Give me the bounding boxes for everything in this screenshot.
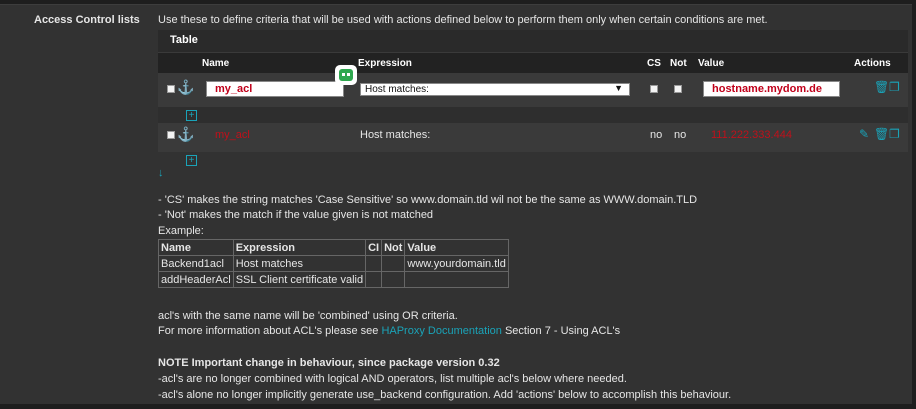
note-title: NOTE Important change in behaviour, sinc… <box>158 357 500 369</box>
add-row-icon[interactable]: + <box>186 155 197 166</box>
trash-icon[interactable]: 🗑 <box>874 80 889 94</box>
example-row: addHeaderAcl SSL Client certificate vali… <box>158 271 509 288</box>
more-info-prefix: For more information about ACL's please … <box>158 325 382 337</box>
example-cell <box>404 271 509 288</box>
example-cell: Host matches <box>232 255 367 272</box>
note-combined: acl's with the same name will be 'combin… <box>158 310 458 322</box>
example-label: Example: <box>158 225 204 237</box>
header-cs: CS <box>647 58 661 69</box>
add-row-bar <box>158 107 908 123</box>
row-not: no <box>674 129 687 141</box>
header-value: Value <box>698 58 725 69</box>
anchor-icon[interactable]: ⚓ <box>177 126 194 143</box>
anchor-icon[interactable]: ⚓ <box>177 79 194 96</box>
example-header: Not <box>381 239 406 256</box>
note-line-1: -acl's are no longer combined with logic… <box>158 373 627 385</box>
example-header: Name <box>158 239 234 256</box>
header-actions: Actions <box>854 58 891 69</box>
row-select-checkbox[interactable] <box>167 131 175 139</box>
pencil-icon[interactable]: ✎ <box>859 127 869 141</box>
row-expression: Host matches: <box>360 129 431 141</box>
example-header: Expression <box>232 239 367 256</box>
example-cell: SSL Client certificate valid <box>232 271 367 288</box>
example-table: Name Expression CI Not Value Backend1acl… <box>158 239 509 288</box>
trash-icon[interactable]: 🗑 <box>874 127 889 141</box>
haproxy-documentation-link[interactable]: HAProxy Documentation <box>381 325 501 337</box>
example-cell <box>381 271 406 288</box>
table-caption: Table <box>158 30 908 52</box>
example-cell: www.yourdomain.tld <box>404 255 509 272</box>
note-not: - 'Not' makes the match if the value giv… <box>158 209 434 221</box>
header-name: Name <box>202 58 230 69</box>
expression-select-value: Host matches: <box>365 84 429 95</box>
header-expression: Expression <box>358 58 412 69</box>
cs-checkbox[interactable] <box>650 85 658 93</box>
row-select-checkbox[interactable] <box>167 85 175 93</box>
example-header: Value <box>404 239 509 256</box>
table-header: Name Expression CS Not Value Actions <box>158 53 908 73</box>
section-label: Access Control lists <box>34 14 140 26</box>
note-cs: - 'CS' makes the string matches 'Case Se… <box>158 194 698 206</box>
row-value: 111.222.333.444 <box>711 129 792 141</box>
example-row: Backend1acl Host matches www.yourdomain.… <box>158 255 509 272</box>
acl-name-input[interactable] <box>206 81 344 97</box>
expression-select[interactable]: Host matches: ▼ <box>360 83 630 96</box>
copy-icon[interactable]: ❐ <box>889 127 900 141</box>
example-cell: Backend1acl <box>158 255 234 272</box>
row-name: my_acl <box>215 129 250 141</box>
acl-value-input[interactable] <box>703 81 840 97</box>
row-cs: no <box>650 129 663 141</box>
more-info-suffix: Section 7 - Using ACL's <box>501 325 621 337</box>
note-line-2: -acl's alone no longer implicitly genera… <box>158 389 732 401</box>
example-header: CI <box>365 239 383 256</box>
robot-icon <box>335 65 357 85</box>
example-header-row: Name Expression CI Not Value <box>158 239 509 256</box>
note-more-info: For more information about ACL's please … <box>158 325 620 337</box>
example-cell <box>381 255 406 272</box>
section-description: Use these to define criteria that will b… <box>158 14 768 26</box>
example-cell: addHeaderAcl <box>158 271 234 288</box>
chevron-down-icon: ▼ <box>614 83 623 93</box>
add-row-icon[interactable]: + <box>186 110 197 121</box>
table-row <box>158 123 908 147</box>
example-cell <box>365 271 383 288</box>
example-cell <box>365 255 383 272</box>
not-checkbox[interactable] <box>674 85 682 93</box>
move-down-icon[interactable]: ↓ <box>158 167 164 179</box>
header-not: Not <box>670 58 687 69</box>
copy-icon[interactable]: ❐ <box>889 80 900 94</box>
